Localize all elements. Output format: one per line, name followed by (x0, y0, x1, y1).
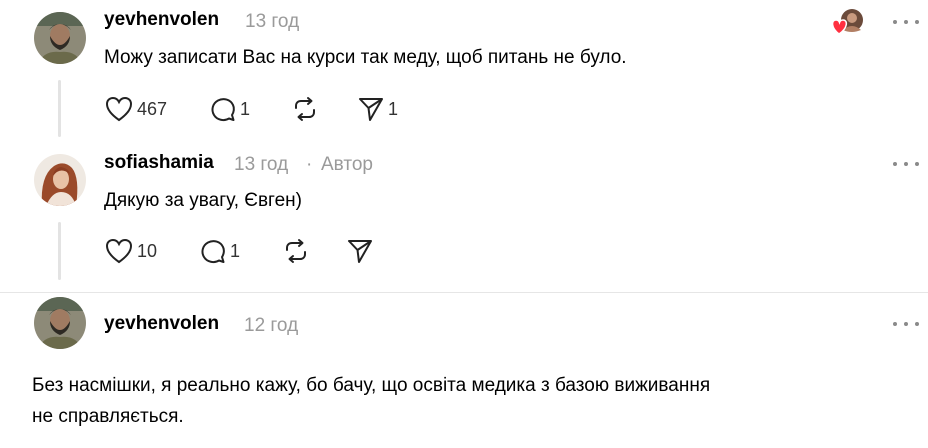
heart-icon (105, 96, 133, 122)
comment-username[interactable]: sofiashamia (104, 152, 214, 174)
avatar[interactable] (34, 12, 86, 64)
reply-button[interactable]: 1 (210, 96, 250, 122)
reply-button[interactable]: 1 (200, 238, 240, 264)
like-button[interactable]: 10 (105, 238, 157, 264)
send-icon (348, 240, 372, 263)
repost-button[interactable] (291, 96, 319, 122)
divider (0, 292, 928, 293)
author-badge: Автор (321, 154, 373, 175)
reply-count: 1 (230, 240, 241, 261)
repost-icon (295, 97, 315, 121)
meta-separator: · (306, 154, 313, 175)
share-count: 1 (388, 98, 399, 119)
comment-time: 13 год (234, 154, 289, 175)
more-button[interactable] (893, 314, 919, 334)
more-icon (893, 20, 897, 24)
avatar[interactable] (34, 297, 86, 349)
comment-icon (201, 240, 225, 264)
heart-icon (105, 238, 133, 264)
comment-text: Можу записати Вас на курси так меду, щоб… (104, 47, 627, 68)
repost-icon (286, 239, 306, 263)
repost-button[interactable] (282, 238, 310, 264)
reply-count: 1 (240, 98, 251, 119)
comment-username[interactable]: yevhenvolen (104, 9, 219, 31)
comment-time: 13 год (245, 11, 300, 32)
more-icon (893, 322, 897, 326)
send-icon (359, 98, 383, 121)
like-button[interactable]: 467 (105, 96, 167, 122)
comment-time: 12 год (244, 315, 299, 336)
like-count: 10 (137, 240, 158, 261)
thread-line (58, 222, 61, 280)
comment-text: Дякую за увагу, Євген) (104, 190, 302, 211)
thread-line (58, 80, 61, 137)
share-button[interactable] (347, 238, 373, 264)
comment-username[interactable]: yevhenvolen (104, 313, 219, 335)
avatar[interactable] (34, 154, 86, 206)
comment-text-line-1: Без насмішки, я реально кажу, бо бачу, щ… (32, 375, 711, 396)
like-count: 467 (137, 98, 168, 119)
comment-icon (211, 98, 235, 122)
more-button[interactable] (893, 12, 919, 32)
author-liked-heart-icon (830, 8, 864, 36)
comment-text-line-2: не справляється. (32, 406, 184, 427)
more-icon (893, 162, 897, 166)
share-button[interactable]: 1 (358, 96, 398, 122)
more-button[interactable] (893, 154, 919, 174)
